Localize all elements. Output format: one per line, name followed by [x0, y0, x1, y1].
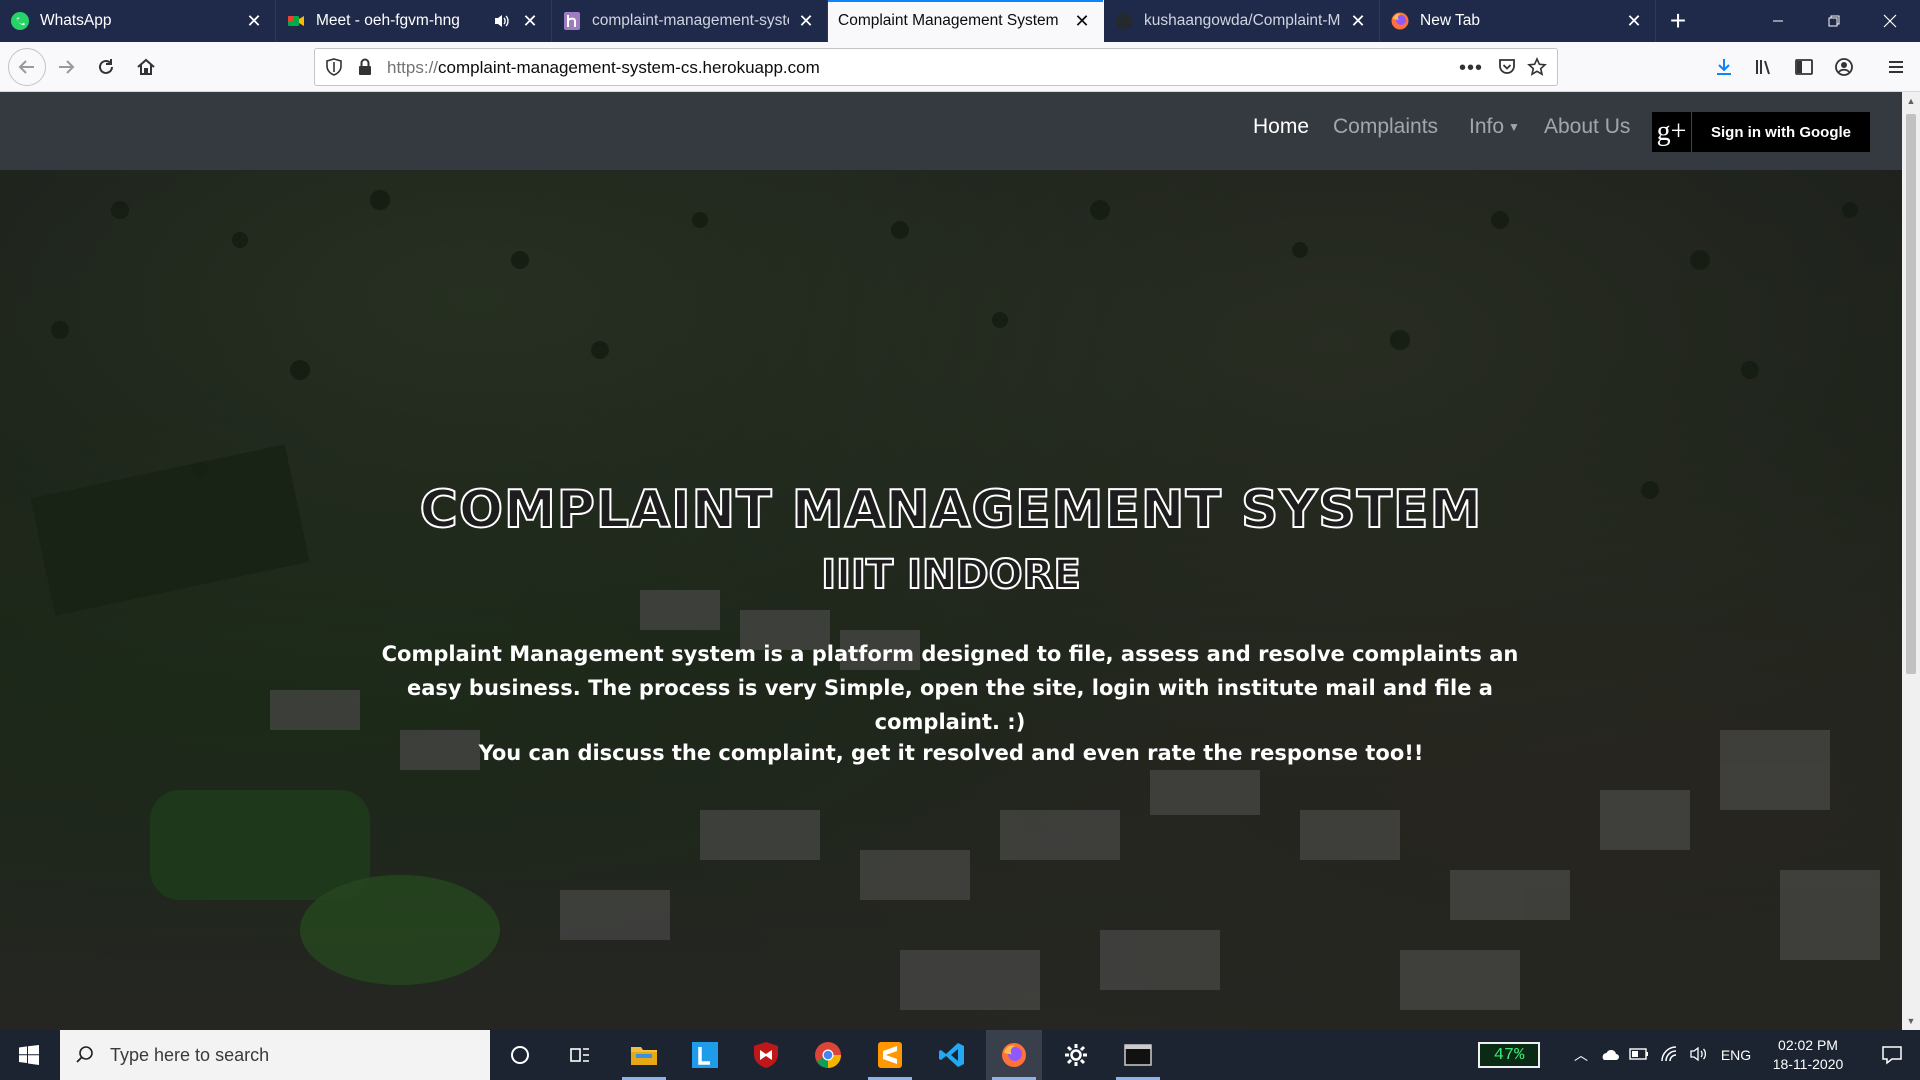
speaker-icon[interactable] — [491, 11, 513, 31]
bookmark-star-icon[interactable] — [1527, 57, 1547, 82]
web-page: Home Complaints Info ▼ About Us g+ Sign i… — [0, 92, 1902, 1030]
close-icon[interactable]: ✕ — [795, 10, 817, 32]
task-view-icon[interactable] — [552, 1030, 608, 1080]
onedrive-cloud-icon[interactable] — [1594, 1047, 1624, 1064]
battery-percentage-widget[interactable]: 47% — [1478, 1042, 1540, 1068]
lively-app-icon[interactable] — [677, 1030, 733, 1080]
terminal-icon[interactable] — [1110, 1030, 1166, 1080]
lock-icon[interactable] — [357, 58, 373, 81]
scrollbar-thumb[interactable] — [1906, 114, 1916, 674]
hero-description-2: You can discuss the complaint, get it re… — [478, 741, 1424, 765]
tab-title: Complaint Management System — [838, 12, 1059, 29]
caret-down-icon: ▼ — [1508, 120, 1520, 135]
tab-google-meet[interactable]: Meet - oeh-fgvm-hng ✕ — [276, 0, 552, 42]
hero-section — [0, 170, 1902, 1030]
close-icon[interactable]: ✕ — [243, 10, 265, 32]
settings-gear-icon[interactable] — [1048, 1030, 1104, 1080]
taskbar-search-box[interactable]: Type here to search — [60, 1030, 490, 1080]
tab-complaint-management-system[interactable]: Complaint Management System ✕ — [828, 0, 1104, 42]
google-signin-button[interactable]: g+ Sign in with Google — [1652, 112, 1870, 152]
forward-button[interactable] — [50, 51, 82, 83]
firefox-icon — [1390, 11, 1410, 31]
hero-overlay — [0, 170, 1902, 1030]
file-explorer-icon[interactable] — [616, 1030, 672, 1080]
scroll-up-arrow[interactable]: ▲ — [1902, 92, 1920, 110]
back-button[interactable] — [8, 48, 46, 86]
scroll-down-arrow[interactable]: ▼ — [1902, 1012, 1920, 1030]
tab-whatsapp[interactable]: WhatsApp ✕ — [0, 0, 276, 42]
google-plus-icon: g+ — [1652, 112, 1692, 152]
tab-title: kushaangowda/Complaint-Ma — [1144, 12, 1341, 29]
menu-icon[interactable] — [1880, 51, 1912, 83]
tab-title: New Tab — [1420, 12, 1481, 29]
search-icon — [60, 1045, 110, 1065]
show-hidden-icons-chevron-icon[interactable]: ︿ — [1568, 1045, 1594, 1065]
cortana-icon[interactable] — [492, 1030, 548, 1080]
restore-button[interactable] — [1806, 0, 1862, 42]
tab-heroku[interactable]: complaint-management-syste ✕ — [552, 0, 828, 42]
tab-title: WhatsApp — [40, 12, 112, 29]
site-navbar: Home Complaints Info ▼ About Us g+ Sign i… — [0, 92, 1902, 170]
minimize-button[interactable] — [1750, 0, 1806, 42]
close-icon[interactable]: ✕ — [519, 10, 541, 32]
tab-title: complaint-management-syste — [592, 12, 789, 29]
hero-title: Complaint Management System — [419, 479, 1483, 541]
clock-time: 02:02 PM — [1778, 1037, 1838, 1053]
battery-icon[interactable] — [1624, 1047, 1654, 1063]
page-scrollbar[interactable]: ▲ ▼ — [1902, 92, 1920, 1030]
system-tray: ︿ ENG — [1568, 1030, 1758, 1080]
nav-complaints[interactable]: Complaints — [1333, 115, 1438, 139]
browser-tab-strip: WhatsApp ✕ Meet - oeh-fgvm-hng ✕ complai… — [0, 0, 1920, 42]
nav-home[interactable]: Home — [1253, 115, 1309, 139]
url-scheme: https:// — [387, 58, 439, 77]
pocket-icon[interactable] — [1497, 57, 1517, 82]
browser-navigation-bar: https://complaint-management-system-cs.h… — [0, 42, 1920, 92]
url-bar[interactable]: https://complaint-management-system-cs.h… — [314, 48, 1558, 86]
heroku-icon — [562, 11, 582, 31]
account-icon[interactable] — [1828, 51, 1860, 83]
page-actions-icon[interactable]: ••• — [1459, 57, 1483, 80]
nav-info-label: Info — [1469, 115, 1505, 138]
nav-about-us[interactable]: About Us — [1544, 115, 1630, 139]
firefox-taskbar-icon[interactable] — [986, 1030, 1042, 1080]
volume-icon[interactable] — [1684, 1046, 1714, 1065]
downloads-icon[interactable] — [1708, 51, 1740, 83]
wifi-icon[interactable] — [1654, 1045, 1684, 1065]
close-icon[interactable]: ✕ — [1623, 10, 1645, 32]
new-tab-button[interactable]: + — [1656, 0, 1700, 42]
windows-taskbar: Type here to search 47% ︿ ENG 02:02 PM 1… — [0, 1030, 1920, 1080]
sidebar-icon[interactable] — [1788, 51, 1820, 83]
github-icon — [1114, 11, 1134, 31]
clock-date: 18-11-2020 — [1772, 1056, 1844, 1072]
action-center-icon[interactable] — [1864, 1030, 1920, 1080]
google-meet-icon — [286, 11, 306, 31]
tab-title: Meet - oeh-fgvm-hng — [316, 12, 460, 29]
tab-new-tab[interactable]: New Tab ✕ — [1380, 0, 1656, 42]
url-host: complaint-management-system-cs.herokuapp… — [438, 58, 820, 77]
nav-info[interactable]: Info ▼ — [1469, 115, 1520, 139]
tab-github[interactable]: kushaangowda/Complaint-Ma ✕ — [1104, 0, 1380, 42]
mcafee-icon[interactable] — [738, 1030, 794, 1080]
close-icon[interactable]: ✕ — [1071, 10, 1093, 32]
taskbar-clock[interactable]: 02:02 PM 18-11-2020 — [1766, 1036, 1850, 1074]
hero-subtitle: IIIT Indore — [820, 551, 1082, 599]
library-icon[interactable] — [1748, 51, 1780, 83]
url-text[interactable]: https://complaint-management-system-cs.h… — [387, 58, 820, 78]
google-signin-label: Sign in with Google — [1711, 123, 1851, 141]
tracking-shield-icon[interactable] — [325, 58, 343, 81]
vscode-icon[interactable] — [924, 1030, 980, 1080]
sublime-text-icon[interactable] — [862, 1030, 918, 1080]
windows-start-button[interactable] — [0, 1030, 58, 1080]
hero-description: Complaint Management system is a platfor… — [381, 642, 1519, 734]
chrome-icon[interactable] — [800, 1030, 856, 1080]
language-indicator[interactable]: ENG — [1714, 1047, 1758, 1063]
reload-button[interactable] — [90, 51, 122, 83]
search-placeholder: Type here to search — [110, 1044, 270, 1065]
home-icon[interactable] — [130, 51, 162, 83]
close-window-button[interactable] — [1862, 0, 1918, 42]
close-icon[interactable]: ✕ — [1347, 10, 1369, 32]
whatsapp-icon — [10, 11, 30, 31]
